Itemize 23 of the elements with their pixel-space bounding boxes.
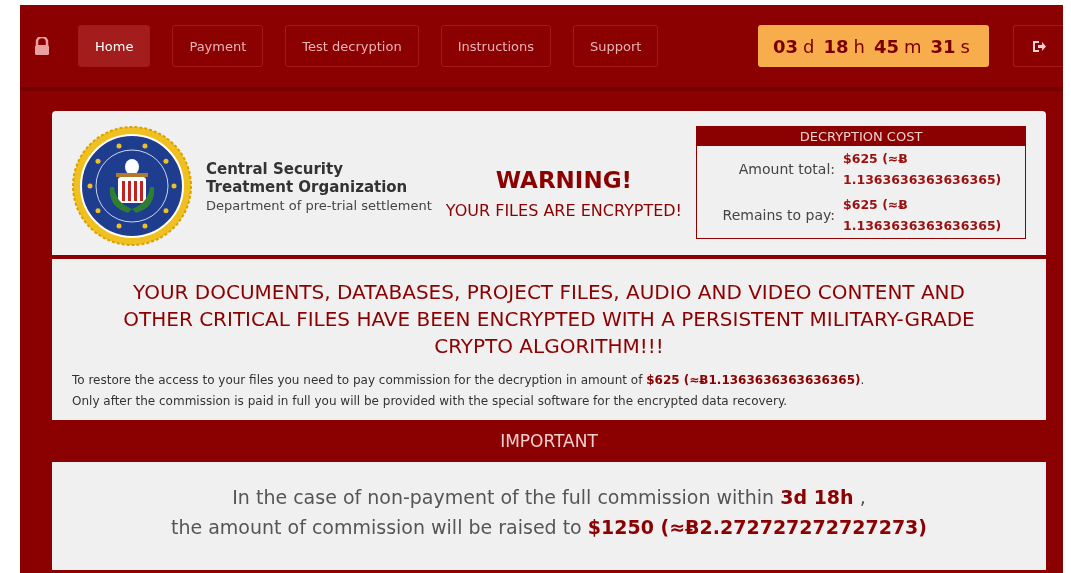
logout-icon: [1031, 39, 1046, 53]
organization-subtitle: Department of pre-trial settlement: [206, 197, 432, 213]
nav-tab[interactable]: Instructions: [440, 25, 551, 67]
cost-label: Remains to pay:: [721, 206, 836, 223]
important-text: In the case of non-payment of the full commission within 3d 18h ,: [232, 485, 866, 510]
cost-value: $625 (≈Ƀ 1.1363636363636365): [843, 195, 1003, 235]
organization-name: Central Security Treatment Organization: [206, 159, 409, 196]
countdown-timer: 03 d 18 h 45 m 31 s: [757, 25, 989, 67]
nav-tab[interactable]: Payment: [172, 25, 264, 67]
warning-title: WARNING!: [495, 166, 633, 193]
nav-tab[interactable]: Test decryption: [285, 25, 419, 67]
important-text: the amount of commission will be raised to $1250 (≈Ƀ2.272727272727273): [170, 515, 927, 540]
nav-tab[interactable]: Home: [78, 25, 151, 67]
lock-icon: [34, 37, 50, 55]
nav-tab[interactable]: Support: [573, 25, 659, 67]
cost-title: DECRYPTION COST: [697, 126, 1025, 146]
cost-label: Amount total:: [737, 160, 836, 177]
warning-text: YOUR FILES ARE ENCRYPTED!: [445, 200, 682, 220]
logout-button[interactable]: [1013, 25, 1063, 67]
headline: YOUR DOCUMENTS, DATABASES, PROJECT FILES, AUDIO AND VIDEO CONTENT AND OTHER CRITICAL FILES HAVE BEEN ENCRYPTED WITH A PERSISTENT MILITARY-GRADE CRYPTO ALGORITHM!!!: [122, 279, 976, 360]
message-paragraph: Only after the commission is paid in full you will be provided with the special software for the encrypted data recovery.: [72, 393, 789, 410]
cost-value: $625 (≈Ƀ 1.1363636363636365): [843, 149, 1003, 189]
message-paragraph: To restore the access to your files you need to pay commission for the decryption in amount of $625 (≈Ƀ1.1363636363636365).: [72, 372, 866, 389]
